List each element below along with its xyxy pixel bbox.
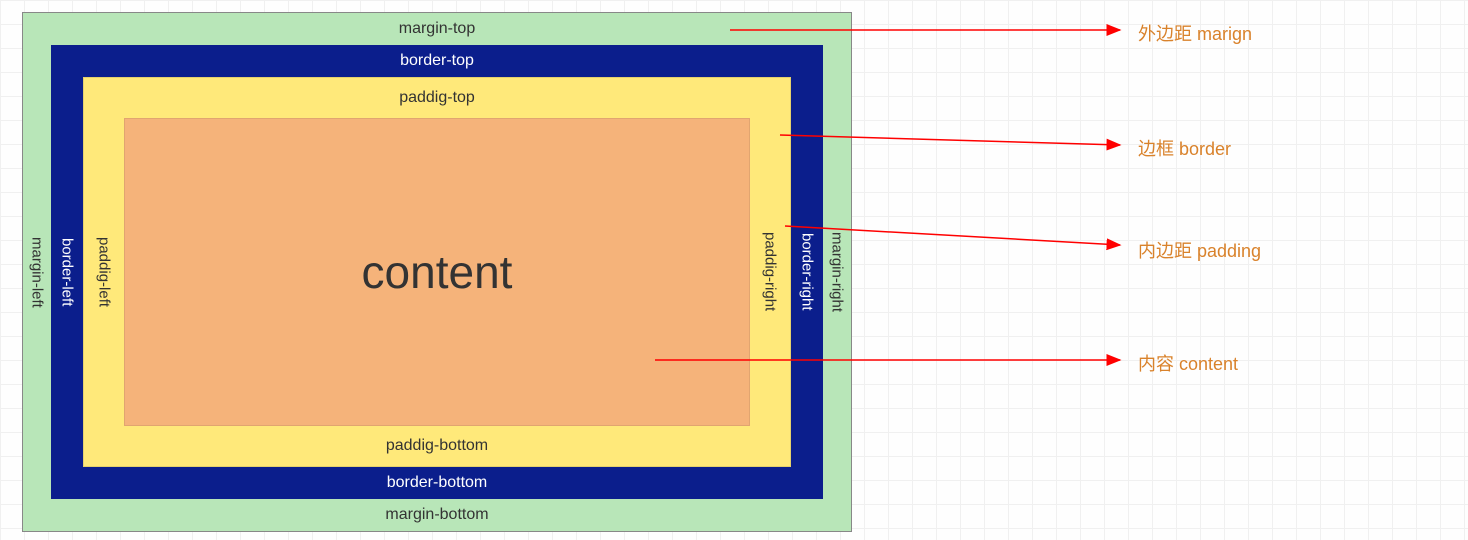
content-layer: content: [124, 118, 750, 426]
annotation-border: 边框 border: [1138, 135, 1231, 161]
border-left-label: border-left: [51, 77, 83, 467]
margin-right-label: margin-right: [823, 45, 851, 499]
border-layer: border-top border-left paddig-top paddig…: [51, 45, 823, 499]
padding-left-label: paddig-left: [84, 118, 124, 426]
margin-left-label: margin-left: [23, 45, 51, 499]
border-bottom-label: border-bottom: [51, 467, 823, 499]
margin-bottom-label: margin-bottom: [23, 499, 851, 531]
box-model-diagram: margin-top margin-left border-top border…: [22, 12, 852, 532]
padding-layer: paddig-top paddig-left content paddig-ri…: [83, 77, 791, 467]
padding-bottom-label: paddig-bottom: [84, 426, 790, 466]
annotation-content: 内容 content: [1138, 350, 1238, 376]
margin-top-label: margin-top: [23, 13, 851, 45]
padding-top-label: paddig-top: [84, 78, 790, 118]
border-top-label: border-top: [51, 45, 823, 77]
border-right-label: border-right: [791, 77, 823, 467]
annotation-padding: 内边距 padding: [1138, 237, 1261, 263]
annotation-margin: 外边距 marign: [1138, 20, 1252, 46]
margin-layer: margin-top margin-left border-top border…: [23, 13, 851, 531]
padding-right-label: paddig-right: [750, 118, 790, 426]
